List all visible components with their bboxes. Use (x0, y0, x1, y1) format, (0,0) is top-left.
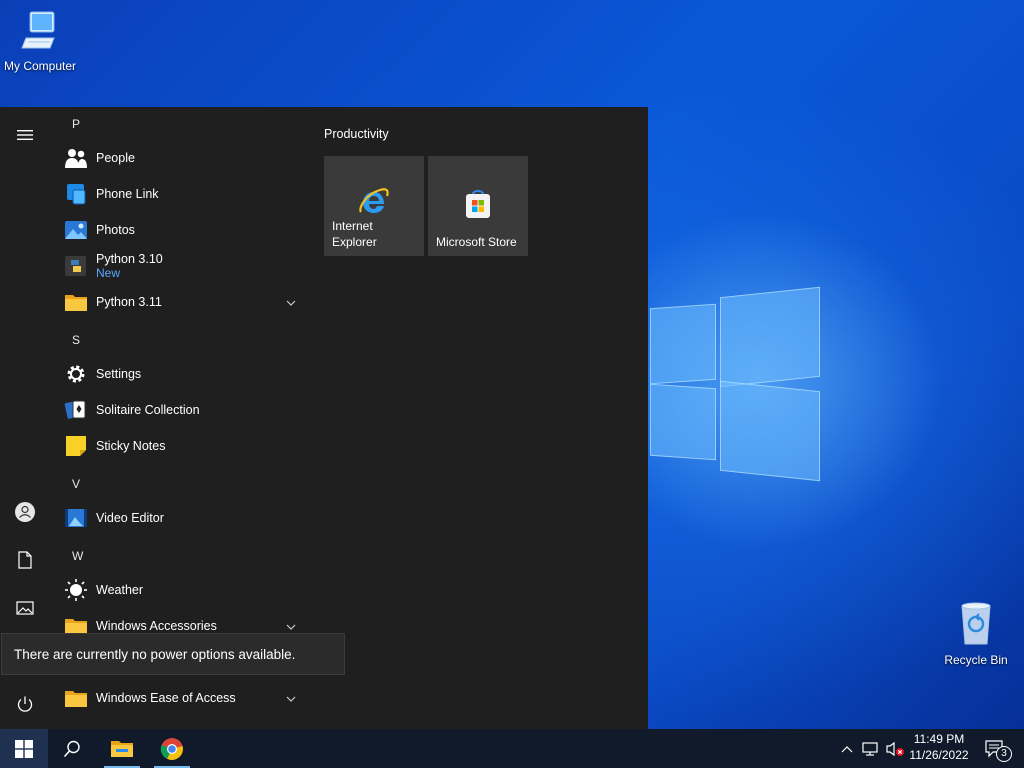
chrome-icon (160, 737, 183, 760)
store-bag-icon (466, 190, 490, 218)
app-item-sticky-notes[interactable]: Sticky Notes (60, 429, 308, 463)
app-name: Video Editor (96, 511, 164, 525)
file-explorer-icon (111, 740, 133, 757)
hamburger-icon (17, 130, 33, 140)
recycle-bin-icon (961, 602, 991, 645)
folder-icon (64, 686, 88, 710)
network-icon (862, 741, 878, 756)
new-badge: New (96, 266, 121, 280)
app-item-python-311[interactable]: Python 3.11 (60, 285, 308, 319)
app-name: People (96, 151, 135, 165)
network-tray-button[interactable] (860, 729, 882, 768)
desktop-icon-recycle-bin[interactable]: Recycle Bin (936, 600, 1016, 667)
cards-icon (64, 398, 88, 422)
sticky-note-icon (64, 434, 88, 458)
volume-muted-icon (886, 741, 904, 756)
volume-tray-button[interactable] (884, 729, 906, 768)
search-icon (63, 740, 80, 757)
chevron-down-icon (286, 691, 296, 705)
sun-icon (64, 578, 88, 602)
app-name: Weather (96, 583, 144, 597)
chevron-down-icon (286, 619, 296, 633)
picture-icon (16, 601, 34, 615)
start-button[interactable] (0, 729, 48, 768)
account-button[interactable] (5, 494, 45, 530)
app-name: Python 3.11 (96, 295, 162, 309)
chevron-down-icon (286, 295, 296, 309)
app-name: Python 3.10 (96, 252, 163, 266)
file-explorer-button[interactable] (100, 729, 144, 768)
photos-icon (64, 218, 88, 242)
tile-label-line1: Internet (332, 219, 373, 233)
action-center-button[interactable]: 3 (978, 729, 1012, 768)
user-avatar-icon (15, 502, 35, 522)
tile-microsoft-store[interactable]: Microsoft Store (428, 156, 528, 256)
group-header-w[interactable]: W (72, 549, 83, 563)
tile-internet-explorer[interactable]: Internet Explorer (324, 156, 424, 256)
app-item-solitaire[interactable]: Solitaire Collection (60, 393, 308, 427)
app-item-windows-ease-of-access[interactable]: Windows Ease of Access (60, 681, 308, 715)
wallpaper-pane (650, 383, 716, 461)
app-name: Phone Link (96, 187, 159, 201)
wallpaper-pane (650, 303, 716, 385)
gear-icon (64, 362, 88, 386)
app-name: Sticky Notes (96, 439, 166, 453)
app-item-python-310[interactable]: Python 3.10 New (60, 249, 308, 283)
show-hidden-icons-button[interactable] (838, 729, 856, 768)
group-header-s[interactable]: S (72, 333, 80, 347)
clock[interactable]: 11:49 PM 11/26/2022 (906, 732, 972, 762)
power-tooltip: There are currently no power options ava… (1, 633, 345, 675)
wallpaper-pane (720, 380, 820, 482)
chevron-up-icon (841, 745, 853, 752)
people-icon (64, 146, 88, 170)
expand-menu-button[interactable] (5, 117, 45, 153)
app-name: Windows Ease of Access (96, 691, 236, 705)
clock-time: 11:49 PM (913, 732, 965, 746)
app-item-settings[interactable]: Settings (60, 357, 308, 391)
computer-icon (21, 11, 55, 49)
app-name: Solitaire Collection (96, 403, 200, 417)
documents-button[interactable] (5, 542, 45, 578)
tile-label-line2: Microsoft Store (436, 235, 517, 249)
app-name: Settings (96, 367, 142, 381)
search-button[interactable] (50, 729, 94, 768)
taskbar: 11:49 PM 11/26/2022 3 (0, 729, 1024, 768)
notification-count-badge: 3 (996, 746, 1012, 762)
app-item-weather[interactable]: Weather (60, 573, 308, 607)
folder-icon (64, 290, 88, 314)
app-name: Windows Accessories (96, 619, 217, 633)
internet-explorer-icon (359, 188, 389, 213)
tile-group-heading[interactable]: Productivity (324, 127, 389, 141)
app-name: Photos (96, 223, 135, 237)
desktop-icon-label: My Computer (3, 59, 77, 73)
video-editor-icon (64, 506, 88, 530)
app-item-partial[interactable] (60, 719, 308, 729)
chrome-button[interactable] (150, 729, 194, 768)
group-header-v[interactable]: V (72, 477, 80, 491)
clock-date: 11/26/2022 (909, 748, 969, 762)
app-item-people[interactable]: People (60, 141, 308, 175)
python-icon (64, 254, 88, 278)
windows-logo-icon (15, 739, 33, 758)
group-header-p[interactable]: P (72, 117, 80, 131)
pictures-button[interactable] (5, 590, 45, 626)
wallpaper-pane (720, 286, 820, 388)
desktop-icon-label: Recycle Bin (944, 653, 1008, 667)
app-item-phone-link[interactable]: Phone Link (60, 177, 308, 211)
app-item-video-editor[interactable]: Video Editor (60, 501, 308, 535)
power-icon (17, 696, 33, 712)
power-button[interactable] (5, 686, 45, 722)
phone-link-icon (64, 182, 88, 206)
tiles-area: Productivity Internet Explorer Microsoft… (324, 127, 528, 256)
desktop-icon-my-computer[interactable]: My Computer (0, 8, 80, 73)
document-icon (18, 551, 32, 569)
tile-label-line2: Explorer (332, 235, 377, 249)
app-item-photos[interactable]: Photos (60, 213, 308, 247)
